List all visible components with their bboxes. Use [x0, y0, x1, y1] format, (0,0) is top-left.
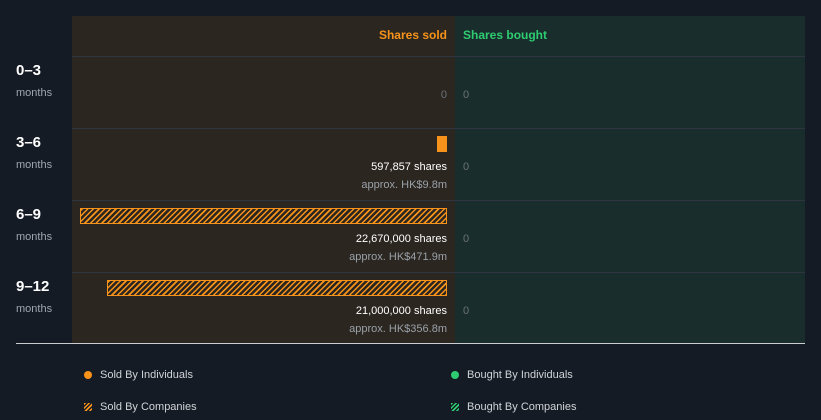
- legend-label: Sold By Companies: [100, 401, 197, 413]
- sold-companies-bar: [80, 208, 447, 224]
- bought-value: 0: [463, 161, 470, 173]
- green-hatch-icon: [451, 403, 459, 411]
- period-label: 3–6: [16, 134, 42, 151]
- row-divider: [72, 200, 805, 201]
- axis-line: [16, 343, 805, 344]
- sold-approx-value: approx. HK$471.9m: [349, 251, 447, 263]
- sold-shares-value: 21,000,000 shares: [355, 305, 447, 317]
- row-divider: [72, 56, 805, 57]
- legend-label: Bought By Individuals: [467, 369, 573, 381]
- period-label: 6–9: [16, 206, 42, 223]
- orange-dot-icon: [84, 371, 92, 379]
- period-label: 0–3: [16, 62, 42, 79]
- bought-value: 0: [463, 233, 470, 245]
- legend-sold-companies: Sold By Companies: [84, 401, 197, 413]
- orange-hatch-icon: [84, 403, 92, 411]
- period-unit: months: [16, 87, 53, 99]
- legend-sold-individuals: Sold By Individuals: [84, 369, 193, 381]
- sold-companies-bar: [107, 280, 447, 296]
- legend-label: Bought By Companies: [467, 401, 577, 413]
- period-unit: months: [16, 231, 53, 243]
- sold-value: 0: [440, 89, 447, 101]
- period-unit: months: [16, 159, 53, 171]
- row-divider: [72, 128, 805, 129]
- bought-value: 0: [463, 89, 470, 101]
- legend-bought-companies: Bought By Companies: [451, 401, 576, 413]
- period-unit: months: [16, 303, 53, 315]
- sold-shares-value: 597,857 shares: [371, 161, 447, 173]
- bought-panel: [455, 16, 805, 343]
- sold-shares-value: 22,670,000 shares: [355, 233, 447, 245]
- legend-label: Sold By Individuals: [100, 369, 193, 381]
- green-dot-icon: [451, 371, 459, 379]
- sold-approx-value: approx. HK$9.8m: [361, 179, 447, 191]
- shares-sold-header: Shares sold: [378, 28, 447, 42]
- sold-approx-value: approx. HK$356.8m: [349, 323, 447, 335]
- shares-bought-header: Shares bought: [463, 28, 548, 42]
- period-label: 9–12: [16, 278, 50, 295]
- legend-bought-individuals: Bought By Individuals: [451, 369, 573, 381]
- row-divider: [72, 272, 805, 273]
- sold-individuals-bar: [437, 136, 447, 152]
- bought-value: 0: [463, 305, 470, 317]
